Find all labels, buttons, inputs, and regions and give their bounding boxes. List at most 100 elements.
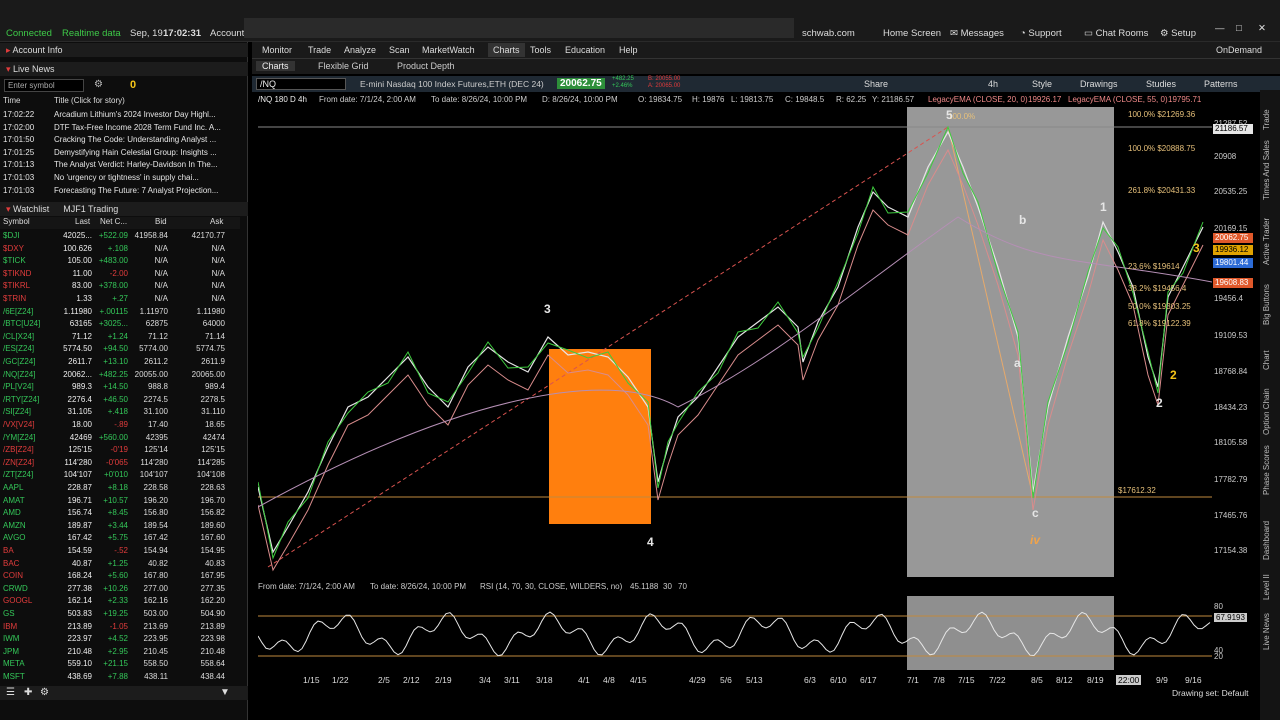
watchlist-row[interactable]: /BTC[U24] 63165 +3025... 62875 64000 bbox=[0, 318, 240, 331]
settings-gear-icon[interactable]: ⚙ bbox=[94, 79, 103, 90]
watchlist-symbol[interactable]: $TIKRL bbox=[3, 281, 30, 290]
news-title[interactable]: Arcadium Lithium's 2024 Investor Day Hig… bbox=[54, 110, 216, 119]
watchlist-symbol[interactable]: /PL[V24] bbox=[3, 382, 34, 391]
watchlist-row[interactable]: /VX[V24] 18.00 -.89 17.40 18.65 bbox=[0, 419, 240, 432]
watchlist-symbol[interactable]: AMD bbox=[3, 508, 21, 517]
watchlist-row[interactable]: $DJI 42025... +522.09 41958.84 42170.77 bbox=[0, 230, 240, 243]
watchlist-symbol[interactable]: CRWD bbox=[3, 584, 28, 593]
watchlist-symbol[interactable]: IWM bbox=[3, 634, 19, 643]
close-icon[interactable]: ✕ bbox=[1258, 23, 1266, 34]
watchlist-row[interactable]: GS 503.83 +19.25 503.00 504.90 bbox=[0, 608, 240, 621]
timeframe-button[interactable]: 4h bbox=[988, 79, 998, 89]
watchlist-row[interactable]: /YM[Z24] 42469 +560.00 42395 42474 bbox=[0, 432, 240, 445]
studies-button[interactable]: Studies bbox=[1146, 79, 1176, 89]
news-item[interactable]: 17:01:03 Forecasting The Future: 7 Analys… bbox=[0, 185, 240, 198]
menu-icon[interactable]: ☰ bbox=[6, 687, 15, 698]
news-title[interactable]: The Analyst Verdict: Harley-Davidson In … bbox=[54, 160, 217, 169]
side-tab-trade[interactable]: Trade bbox=[1262, 109, 1271, 130]
menu-marketwatch[interactable]: MarketWatch bbox=[422, 45, 475, 55]
side-tab-big-buttons[interactable]: Big Buttons bbox=[1262, 284, 1271, 325]
watchlist-row[interactable]: /6E[Z24] 1.11980 +.00115 1.11970 1.11980 bbox=[0, 306, 240, 319]
watchlist-header[interactable]: ▾ Watchlist MJF1 Trading bbox=[0, 202, 248, 216]
watchlist-symbol[interactable]: IBM bbox=[3, 622, 17, 631]
minimize-icon[interactable]: — bbox=[1215, 23, 1225, 34]
watchlist-row[interactable]: /ZT[Z24] 104'107 +0'010 104'107 104'108 bbox=[0, 469, 240, 482]
side-tab-times-and-sales[interactable]: Times And Sales bbox=[1262, 140, 1271, 200]
menu-charts[interactable]: Charts bbox=[488, 43, 525, 57]
price-chart[interactable]: 100.0% $21269.36 100.0% $20888.75 261.8% $… bbox=[257, 107, 1213, 577]
account-selector-area[interactable] bbox=[244, 18, 794, 38]
watchlist-row[interactable]: COIN 168.24 +5.60 167.80 167.95 bbox=[0, 570, 240, 583]
watchlist-row[interactable]: JPM 210.48 +2.95 210.45 210.48 bbox=[0, 646, 240, 659]
side-tab-option-chain[interactable]: Option Chain bbox=[1262, 388, 1271, 435]
watchlist-symbol[interactable]: /NQ[Z24] bbox=[3, 370, 35, 379]
watchlist-row[interactable]: /GC[Z24] 2611.7 +13.10 2611.2 2611.9 bbox=[0, 356, 240, 369]
watchlist-symbol[interactable]: $DXY bbox=[3, 244, 24, 253]
style-button[interactable]: Style bbox=[1032, 79, 1052, 89]
news-item[interactable]: 17:02:00 DTF Tax-Free Income 2028 Term Fu… bbox=[0, 122, 240, 135]
chart-symbol-input[interactable]: /NQ bbox=[256, 78, 346, 90]
col-bid[interactable]: Bid bbox=[155, 217, 167, 226]
watchlist-symbol[interactable]: /ZT[Z24] bbox=[3, 470, 33, 479]
col-last[interactable]: Last bbox=[75, 217, 90, 226]
watchlist-symbol[interactable]: JPM bbox=[3, 647, 19, 656]
chevron-down-icon[interactable]: ▼ bbox=[220, 687, 230, 698]
watchlist-row[interactable]: /ZB[Z24] 125'15 -0'19 125'14 125'15 bbox=[0, 444, 240, 457]
add-icon[interactable]: ✚ bbox=[24, 687, 32, 698]
news-item[interactable]: 17:01:25 Demystifying Hain Celestial Grou… bbox=[0, 147, 240, 160]
watchlist-row[interactable]: MSFT 438.69 +7.88 438.11 438.44 bbox=[0, 671, 240, 684]
watchlist-symbol[interactable]: META bbox=[3, 659, 25, 668]
watchlist-symbol[interactable]: /SI[Z24] bbox=[3, 407, 31, 416]
watchlist-row[interactable]: /RTY[Z24] 2276.4 +46.50 2274.5 2278.5 bbox=[0, 394, 240, 407]
watchlist-symbol[interactable]: MSFT bbox=[3, 672, 25, 681]
col-net-change[interactable]: Net C... bbox=[100, 217, 127, 226]
col-symbol[interactable]: Symbol bbox=[3, 217, 30, 226]
tab-flexible-grid[interactable]: Flexible Grid bbox=[318, 61, 369, 71]
news-col-time[interactable]: Time bbox=[3, 96, 20, 105]
news-title[interactable]: Forecasting The Future: 7 Analyst Projec… bbox=[54, 186, 218, 195]
news-col-title[interactable]: Title (Click for story) bbox=[54, 96, 125, 105]
messages-button[interactable]: ✉ Messages bbox=[950, 28, 1004, 39]
menu-help[interactable]: Help bbox=[619, 45, 638, 55]
account-info-header[interactable]: ▸ Account Info bbox=[0, 43, 248, 57]
side-tab-chart[interactable]: Chart bbox=[1262, 350, 1271, 370]
watchlist-symbol[interactable]: /ES[Z24] bbox=[3, 344, 34, 353]
watchlist-row[interactable]: $TRIN 1.33 +.27 N/A N/A bbox=[0, 293, 240, 306]
watchlist-symbol[interactable]: AVGO bbox=[3, 533, 26, 542]
support-button[interactable]: ◔ Support bbox=[1020, 28, 1062, 39]
watchlist-symbol[interactable]: /VX[V24] bbox=[3, 420, 35, 429]
patterns-button[interactable]: Patterns bbox=[1204, 79, 1238, 89]
menu-trade[interactable]: Trade bbox=[308, 45, 331, 55]
live-news-header[interactable]: ▾ Live News bbox=[0, 62, 248, 76]
news-item[interactable]: 17:01:50 Cracking The Code: Understanding… bbox=[0, 134, 240, 147]
ondemand-button[interactable]: OnDemand bbox=[1216, 45, 1262, 55]
watchlist-row[interactable]: $TIKRL 83.00 +378.00 N/A N/A bbox=[0, 280, 240, 293]
watchlist-row[interactable]: $DXY 100.626 +.108 N/A N/A bbox=[0, 243, 240, 256]
menu-analyze[interactable]: Analyze bbox=[344, 45, 376, 55]
side-tab-active-trader[interactable]: Active Trader bbox=[1262, 218, 1271, 265]
watchlist-row[interactable]: AAPL 228.87 +8.18 228.58 228.63 bbox=[0, 482, 240, 495]
watchlist-row[interactable]: /ES[Z24] 5774.50 +94.50 5774.00 5774.75 bbox=[0, 343, 240, 356]
watchlist-symbol[interactable]: /RTY[Z24] bbox=[3, 395, 39, 404]
news-item[interactable]: 17:01:03 No 'urgency or tightness' in sup… bbox=[0, 172, 240, 185]
watchlist-row[interactable]: AMZN 189.87 +3.44 189.54 189.60 bbox=[0, 520, 240, 533]
watchlist-row[interactable]: $TIKND 11.00 -2.00 N/A N/A bbox=[0, 268, 240, 281]
maximize-icon[interactable]: □ bbox=[1236, 23, 1242, 34]
drawing-set-label[interactable]: Drawing set: Default bbox=[1172, 688, 1249, 698]
watchlist-row[interactable]: $TICK 105.00 +483.00 N/A N/A bbox=[0, 255, 240, 268]
watchlist-row[interactable]: BAC 40.87 +1.25 40.82 40.83 bbox=[0, 558, 240, 571]
watchlist-symbol[interactable]: BAC bbox=[3, 559, 19, 568]
brand-link[interactable]: schwab.com bbox=[802, 28, 855, 39]
watchlist-row[interactable]: /NQ[Z24] 20062... +482.25 20055.00 20065.00 bbox=[0, 369, 240, 382]
tab-product-depth[interactable]: Product Depth bbox=[397, 61, 455, 71]
watchlist-symbol[interactable]: AAPL bbox=[3, 483, 23, 492]
watchlist-symbol[interactable]: /GC[Z24] bbox=[3, 357, 35, 366]
watchlist-row[interactable]: /CL[X24] 71.12 +1.24 71.12 71.14 bbox=[0, 331, 240, 344]
tab-charts[interactable]: Charts bbox=[256, 61, 295, 71]
watchlist-symbol[interactable]: COIN bbox=[3, 571, 23, 580]
watchlist-symbol[interactable]: /ZB[Z24] bbox=[3, 445, 34, 454]
col-ask[interactable]: Ask bbox=[210, 217, 223, 226]
watchlist-symbol[interactable]: $DJI bbox=[3, 231, 19, 240]
menu-monitor[interactable]: Monitor bbox=[262, 45, 292, 55]
side-tab-live-news[interactable]: Live News bbox=[1262, 613, 1271, 650]
